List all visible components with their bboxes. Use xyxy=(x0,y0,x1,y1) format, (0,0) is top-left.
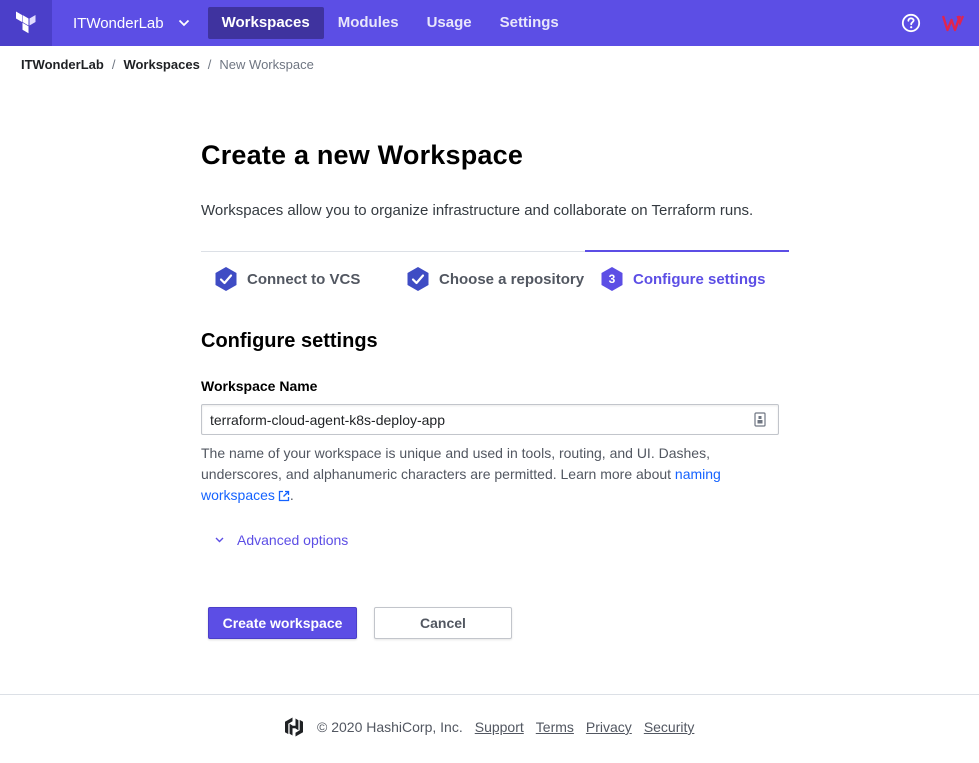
help-text-end: . xyxy=(289,487,294,503)
footer-content: © 2020 HashiCorp, Inc. Support Terms Pri… xyxy=(284,717,694,737)
chevron-down-icon xyxy=(215,537,224,543)
hashicorp-logo-icon xyxy=(284,717,304,737)
main-nav-tabs: Workspaces Modules Usage Settings xyxy=(207,0,573,46)
password-manager-icon[interactable] xyxy=(754,412,766,427)
page-intro: Workspaces allow you to organize infrast… xyxy=(201,202,754,219)
nav-right-actions xyxy=(901,0,979,46)
step-label: Connect to VCS xyxy=(247,270,361,288)
step-connect-vcs[interactable]: Connect to VCS xyxy=(214,252,360,306)
nav-tab-workspaces[interactable]: Workspaces xyxy=(207,7,324,39)
breadcrumb-separator: / xyxy=(111,57,116,72)
workspace-name-input[interactable] xyxy=(202,405,742,434)
workspace-name-help: The name of your workspace is unique and… xyxy=(201,443,761,508)
create-workspace-button[interactable]: Create workspace xyxy=(208,607,357,639)
number-hexagon-icon: 3 xyxy=(600,266,624,292)
org-name: ITWonderLab xyxy=(73,14,164,32)
step-label: Configure settings xyxy=(633,270,766,288)
breadcrumb: ITWonderLab / Workspaces / New Workspace xyxy=(21,57,314,72)
step-choose-repository[interactable]: Choose a repository xyxy=(406,252,584,306)
org-switcher[interactable]: ITWonderLab xyxy=(73,15,190,32)
breadcrumb-current: New Workspace xyxy=(219,57,314,72)
advanced-options-label: Advanced options xyxy=(237,532,349,548)
footer-link-terms[interactable]: Terms xyxy=(536,719,574,735)
check-hexagon-icon xyxy=(406,266,430,292)
footer: © 2020 HashiCorp, Inc. Support Terms Pri… xyxy=(0,694,979,763)
terraform-logo-icon[interactable] xyxy=(0,0,52,46)
breadcrumb-org[interactable]: ITWonderLab xyxy=(21,57,104,72)
help-circle-icon[interactable] xyxy=(901,13,921,33)
user-avatar-icon[interactable] xyxy=(942,12,964,34)
help-text: The name of your workspace is unique and… xyxy=(201,445,710,482)
breadcrumb-separator: / xyxy=(207,57,212,72)
footer-copyright: © 2020 HashiCorp, Inc. xyxy=(317,719,463,735)
top-navigation: ITWonderLab Workspaces Modules Usage Set… xyxy=(0,0,979,46)
nav-tab-modules[interactable]: Modules xyxy=(324,7,413,39)
footer-link-privacy[interactable]: Privacy xyxy=(586,719,632,735)
footer-link-support[interactable]: Support xyxy=(475,719,524,735)
page-title: Create a new Workspace xyxy=(201,140,524,170)
wizard-steps: Connect to VCS Choose a repository 3 Con… xyxy=(201,250,788,306)
breadcrumb-workspaces[interactable]: Workspaces xyxy=(123,57,199,72)
advanced-options-toggle[interactable]: Advanced options xyxy=(215,532,348,548)
chevron-down-icon xyxy=(178,19,190,27)
check-hexagon-icon xyxy=(214,266,238,292)
workspace-name-label: Workspace Name xyxy=(201,378,318,394)
external-link-icon xyxy=(278,487,290,508)
step-number: 3 xyxy=(608,272,616,286)
workspace-name-field xyxy=(201,404,779,435)
cancel-button[interactable]: Cancel xyxy=(374,607,512,639)
footer-link-security[interactable]: Security xyxy=(644,719,695,735)
step-label: Choose a repository xyxy=(439,270,585,288)
section-title: Configure settings xyxy=(201,330,378,352)
step-configure-settings[interactable]: 3 Configure settings xyxy=(585,250,788,306)
main-content: Create a new Workspace Workspaces allow … xyxy=(201,140,788,639)
nav-tab-usage[interactable]: Usage xyxy=(413,7,486,39)
nav-tab-settings[interactable]: Settings xyxy=(486,7,573,39)
